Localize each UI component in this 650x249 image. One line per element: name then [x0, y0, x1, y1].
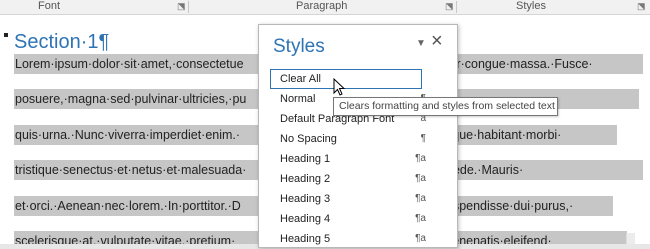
styles-pane-title: Styles — [273, 36, 325, 57]
mouse-pointer-icon — [333, 78, 346, 96]
dropdown-arrow-icon[interactable]: ▼ — [416, 38, 426, 49]
text-line-right[interactable]: uspendisse·dui·purus,· — [445, 196, 613, 216]
ribbon-styles-label: Styles — [516, 0, 546, 12]
linked-style-icon: ¶a — [415, 153, 426, 164]
ribbon-font-label: Font — [38, 0, 61, 12]
paragraph-marker-icon — [4, 33, 8, 37]
style-list: Clear All Normal ¶ Default Paragraph Fon… — [270, 69, 450, 249]
linked-style-icon: ¶a — [415, 213, 426, 224]
style-item-heading-4[interactable]: Heading 4 ¶a — [270, 209, 450, 229]
ribbon-group-labels: Font ⬔ Paragraph ⬔ Styles ⬔ — [0, 0, 650, 15]
linked-style-icon: ¶a — [415, 233, 426, 244]
style-item-heading-1[interactable]: Heading 1 ¶a — [270, 149, 450, 169]
font-dialog-launcher-icon[interactable]: ⬔ — [177, 1, 186, 12]
vertical-scrollbar[interactable] — [626, 233, 635, 244]
ribbon-paragraph-label: Paragraph — [296, 0, 348, 12]
section-heading[interactable]: Section·1¶ — [14, 31, 109, 54]
close-icon[interactable]: × — [431, 31, 443, 51]
styles-dialog-launcher-icon[interactable]: ⬔ — [637, 1, 646, 12]
styles-pane: Styles ▼ × Clear All Normal ¶ Default Pa… — [258, 24, 458, 248]
paragraph-style-icon: ¶ — [420, 133, 426, 144]
text-line-right[interactable]: pede.·Mauris· — [445, 160, 643, 180]
style-item-heading-5[interactable]: Heading 5 ¶a — [270, 229, 450, 249]
text-line-right[interactable]: sque·habitant·morbi· — [445, 125, 617, 145]
tooltip: Clears formatting and styles from select… — [333, 97, 558, 116]
style-item-heading-2[interactable]: Heading 2 ¶a — [270, 169, 450, 189]
style-item-no-spacing[interactable]: No Spacing ¶ — [270, 129, 450, 149]
style-item-heading-3[interactable]: Heading 3 ¶a — [270, 189, 450, 209]
ribbon-separator — [456, 1, 457, 13]
ribbon-separator — [188, 1, 189, 13]
text-line-right[interactable]: tor·congue·massa.·Fusce· — [445, 54, 643, 74]
linked-style-icon: ¶a — [415, 193, 426, 204]
paragraph-dialog-launcher-icon[interactable]: ⬔ — [445, 1, 454, 12]
linked-style-icon: ¶a — [415, 173, 426, 184]
text-line-right[interactable]: venenatis·eleifend· — [445, 231, 627, 244]
